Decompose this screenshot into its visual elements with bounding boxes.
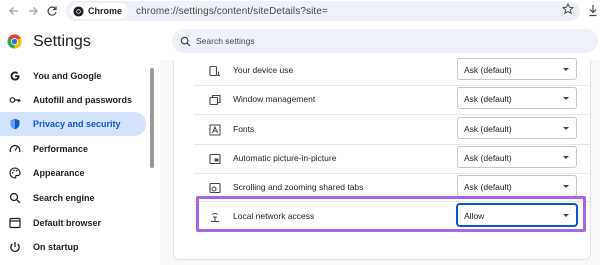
select-value: Ask (default) [464, 124, 512, 134]
chrome-chip-icon [73, 5, 84, 17]
power-icon [9, 241, 21, 253]
download-icon[interactable] [588, 4, 598, 17]
chevron-down-icon [563, 97, 569, 100]
sidebar-item-default-browser[interactable]: Default browser [0, 211, 146, 235]
select-value: Ask (default) [464, 182, 512, 192]
sidebar-scrollbar[interactable] [150, 68, 154, 168]
permission-row: Automatic picture-in-picture Ask (defaul… [174, 144, 592, 173]
permission-label: Scrolling and zooming shared tabs [233, 182, 364, 192]
device-use-icon [209, 65, 220, 77]
google-g-icon [9, 70, 21, 82]
permission-select[interactable]: Ask (default) [457, 175, 577, 197]
chrome-logo-icon [7, 34, 22, 49]
sidebar-item-you-and-google[interactable]: You and Google [0, 64, 146, 88]
sidebar-item-privacy[interactable]: Privacy and security [0, 112, 146, 136]
key-icon [9, 94, 21, 106]
reload-icon[interactable] [44, 3, 60, 19]
site-chip-label: Chrome [88, 6, 123, 16]
sidebar-item-performance[interactable]: Performance [0, 137, 146, 161]
permission-label: Window management [233, 94, 316, 104]
select-value: Ask (default) [464, 153, 512, 163]
browser-window-icon [9, 217, 21, 229]
permission-label: Fonts [233, 124, 255, 134]
settings-header: Settings [0, 22, 600, 60]
sidebar-item-search-engine[interactable]: Search engine [0, 186, 146, 210]
sidebar: You and Google Autofill and passwords Pr… [0, 60, 160, 265]
forward-arrow-icon[interactable] [25, 3, 41, 19]
sidebar-item-label: Privacy and security [33, 119, 121, 129]
site-chip[interactable]: Chrome [70, 3, 129, 19]
sidebar-item-label: Appearance [33, 168, 85, 178]
chevron-down-icon [563, 127, 569, 130]
browser-toolbar: Chrome chrome://settings/content/siteDet… [0, 0, 600, 22]
sidebar-item-autofill[interactable]: Autofill and passwords [0, 88, 146, 112]
permission-row: Fonts Ask (default) [174, 115, 592, 144]
sidebar-item-label: Autofill and passwords [33, 95, 133, 105]
select-value: Ask (default) [464, 94, 512, 104]
permission-label: Automatic picture-in-picture [233, 153, 337, 163]
search-icon [9, 192, 21, 204]
highlight-box [196, 196, 586, 232]
back-arrow-icon[interactable] [6, 3, 22, 19]
sidebar-item-appearance[interactable]: Appearance [0, 161, 146, 185]
palette-icon [9, 167, 21, 179]
permission-label: Your device use [233, 65, 294, 75]
chevron-down-icon [563, 156, 569, 159]
permission-select[interactable]: Ask (default) [457, 58, 577, 80]
address-bar[interactable]: Chrome chrome://settings/content/siteDet… [66, 1, 580, 21]
permission-row: Window management Ask (default) [174, 85, 592, 114]
search-icon [180, 36, 191, 47]
shared-tab-icon [209, 182, 221, 194]
bookmark-star-icon[interactable] [562, 3, 574, 15]
sidebar-item-label: You and Google [33, 71, 102, 81]
speedometer-icon [9, 143, 21, 155]
picture-in-picture-icon [209, 153, 221, 165]
url-text[interactable]: chrome://settings/content/siteDetails?si… [136, 6, 328, 17]
font-icon [209, 124, 221, 136]
permission-select[interactable]: Ask (default) [457, 87, 577, 109]
chevron-down-icon [563, 68, 569, 71]
sidebar-item-on-startup[interactable]: On startup [0, 235, 146, 259]
shield-icon [9, 118, 21, 130]
chevron-down-icon [563, 185, 569, 188]
sidebar-item-label: Performance [33, 144, 89, 154]
select-value: Ask (default) [464, 65, 512, 75]
permission-select[interactable]: Ask (default) [457, 146, 577, 168]
permission-select[interactable]: Ask (default) [457, 117, 577, 139]
sidebar-item-label: On startup [33, 242, 79, 252]
window-management-icon [209, 94, 221, 106]
sidebar-item-label: Search engine [33, 193, 95, 203]
sidebar-item-label: Default browser [33, 218, 102, 228]
permission-row: Your device use Ask (default) [174, 56, 592, 85]
settings-search[interactable] [172, 29, 598, 53]
search-input[interactable] [196, 36, 576, 46]
page-title: Settings [33, 33, 91, 50]
